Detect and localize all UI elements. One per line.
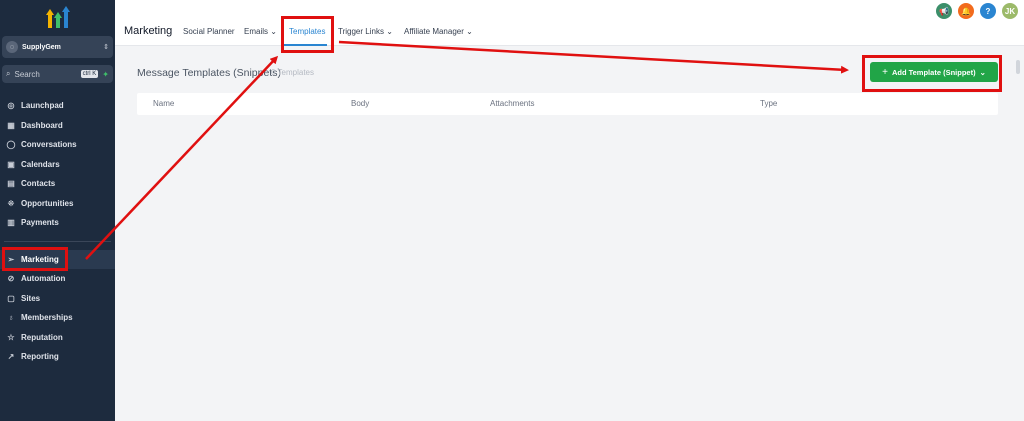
dashboard-icon: ▦	[7, 120, 15, 130]
chevron-down-icon: ⌄	[386, 27, 393, 36]
rocket-icon: ◎	[7, 101, 15, 111]
automation-icon: ⊘	[7, 274, 15, 284]
tab-affiliate-manager[interactable]: Affiliate Manager ⌄	[404, 27, 473, 36]
bell-icon[interactable]: 🔔	[958, 3, 974, 19]
top-bar: Marketing Social Planner Emails ⌄ Templa…	[115, 0, 1024, 46]
sidebar-item-conversations[interactable]: ◯ Conversations	[0, 135, 115, 155]
megaphone-icon[interactable]: 📢	[936, 3, 952, 19]
column-body[interactable]: Body	[351, 99, 369, 108]
sidebar-item-label: Payments	[21, 218, 59, 228]
column-name[interactable]: Name	[153, 99, 174, 108]
sidebar-search[interactable]: ⌕ Search ctrl K ✦	[2, 65, 113, 83]
sidebar-nav: ◎ Launchpad ▦ Dashboard ◯ Conversations ▣ Calen…	[0, 96, 115, 367]
star-icon: ☆	[7, 332, 15, 342]
reporting-icon: ↗	[7, 352, 15, 362]
sidebar-item-automation[interactable]: ⊘ Automation	[0, 269, 115, 289]
highlight-templates-tab	[281, 16, 334, 53]
payments-icon: ▥	[7, 218, 15, 228]
sidebar-item-label: Reputation	[21, 332, 63, 342]
tab-social-planner[interactable]: Social Planner	[183, 27, 235, 36]
scrollbar[interactable]	[1016, 60, 1020, 74]
sidebar-item-label: Contacts	[21, 179, 56, 189]
memberships-icon: ♁	[8, 313, 14, 323]
help-icon[interactable]: ?	[980, 3, 996, 19]
highlight-marketing	[2, 247, 68, 271]
opportunities-icon: ⁜	[7, 198, 15, 208]
sidebar-item-label: Conversations	[21, 140, 77, 150]
top-icons: 📢 🔔 ? JK	[936, 3, 1018, 19]
sidebar-item-label: Calendars	[21, 159, 60, 169]
arrow-to-add-button	[338, 40, 849, 74]
search-placeholder: Search	[14, 69, 40, 79]
sidebar-item-reputation[interactable]: ☆ Reputation	[0, 328, 115, 348]
sidebar-item-contacts[interactable]: ▤ Contacts	[0, 174, 115, 194]
page-title: Marketing	[124, 25, 173, 37]
sidebar-item-label: Launchpad	[21, 101, 64, 111]
account-name: SupplyGem	[22, 43, 61, 51]
sidebar-item-calendars[interactable]: ▣ Calendars	[0, 155, 115, 175]
templates-table-header: Name Body Attachments Type	[137, 93, 998, 115]
templates-count: 0 Templates	[271, 68, 314, 77]
sidebar: ◌ SupplyGem ⇕ ⌕ Search ctrl K ✦ ◎ Launchp…	[0, 0, 115, 421]
chat-icon: ◯	[6, 140, 16, 150]
sidebar-item-launchpad[interactable]: ◎ Launchpad	[0, 96, 115, 116]
tab-trigger-links-label: Trigger Links	[338, 27, 384, 36]
tab-emails-label: Emails	[244, 27, 269, 36]
sidebar-item-reporting[interactable]: ↗ Reporting	[0, 347, 115, 367]
tab-affiliate-manager-label: Affiliate Manager	[404, 27, 464, 36]
tab-trigger-links[interactable]: Trigger Links ⌄	[338, 27, 393, 36]
tab-emails[interactable]: Emails ⌄	[244, 27, 277, 36]
column-type[interactable]: Type	[760, 99, 777, 108]
column-attachments[interactable]: Attachments	[490, 99, 534, 108]
sidebar-divider	[4, 240, 111, 242]
app-logo[interactable]	[46, 6, 70, 28]
sidebar-item-label: Reporting	[21, 352, 59, 362]
calendar-icon: ▣	[7, 159, 15, 169]
sites-icon: ▢	[7, 293, 15, 303]
sidebar-item-label: Sites	[21, 293, 41, 303]
user-avatar[interactable]: JK	[1002, 3, 1018, 19]
sidebar-item-payments[interactable]: ▥ Payments	[0, 213, 115, 233]
sidebar-item-label: Opportunities	[21, 198, 74, 208]
sidebar-item-label: Automation	[21, 274, 66, 284]
bolt-icon[interactable]: ✦	[102, 70, 109, 79]
account-avatar: ◌	[6, 41, 18, 53]
main-title: Message Templates (Snippets)	[137, 67, 281, 79]
highlight-add-button	[862, 55, 1002, 92]
sidebar-item-label: Memberships	[21, 313, 73, 323]
sidebar-item-label: Dashboard	[21, 120, 63, 130]
account-switcher[interactable]: ◌ SupplyGem ⇕	[2, 36, 113, 58]
chevron-updown-icon: ⇕	[103, 44, 109, 51]
contacts-icon: ▤	[7, 179, 15, 189]
chevron-down-icon: ⌄	[270, 27, 277, 36]
sidebar-item-memberships[interactable]: ♁ Memberships	[0, 308, 115, 328]
sidebar-item-opportunities[interactable]: ⁜ Opportunities	[0, 194, 115, 214]
sidebar-item-dashboard[interactable]: ▦ Dashboard	[0, 116, 115, 136]
search-shortcut: ctrl K	[80, 70, 99, 78]
chevron-down-icon: ⌄	[466, 27, 473, 36]
search-icon: ⌕	[6, 69, 11, 78]
sidebar-item-sites[interactable]: ▢ Sites	[0, 289, 115, 309]
